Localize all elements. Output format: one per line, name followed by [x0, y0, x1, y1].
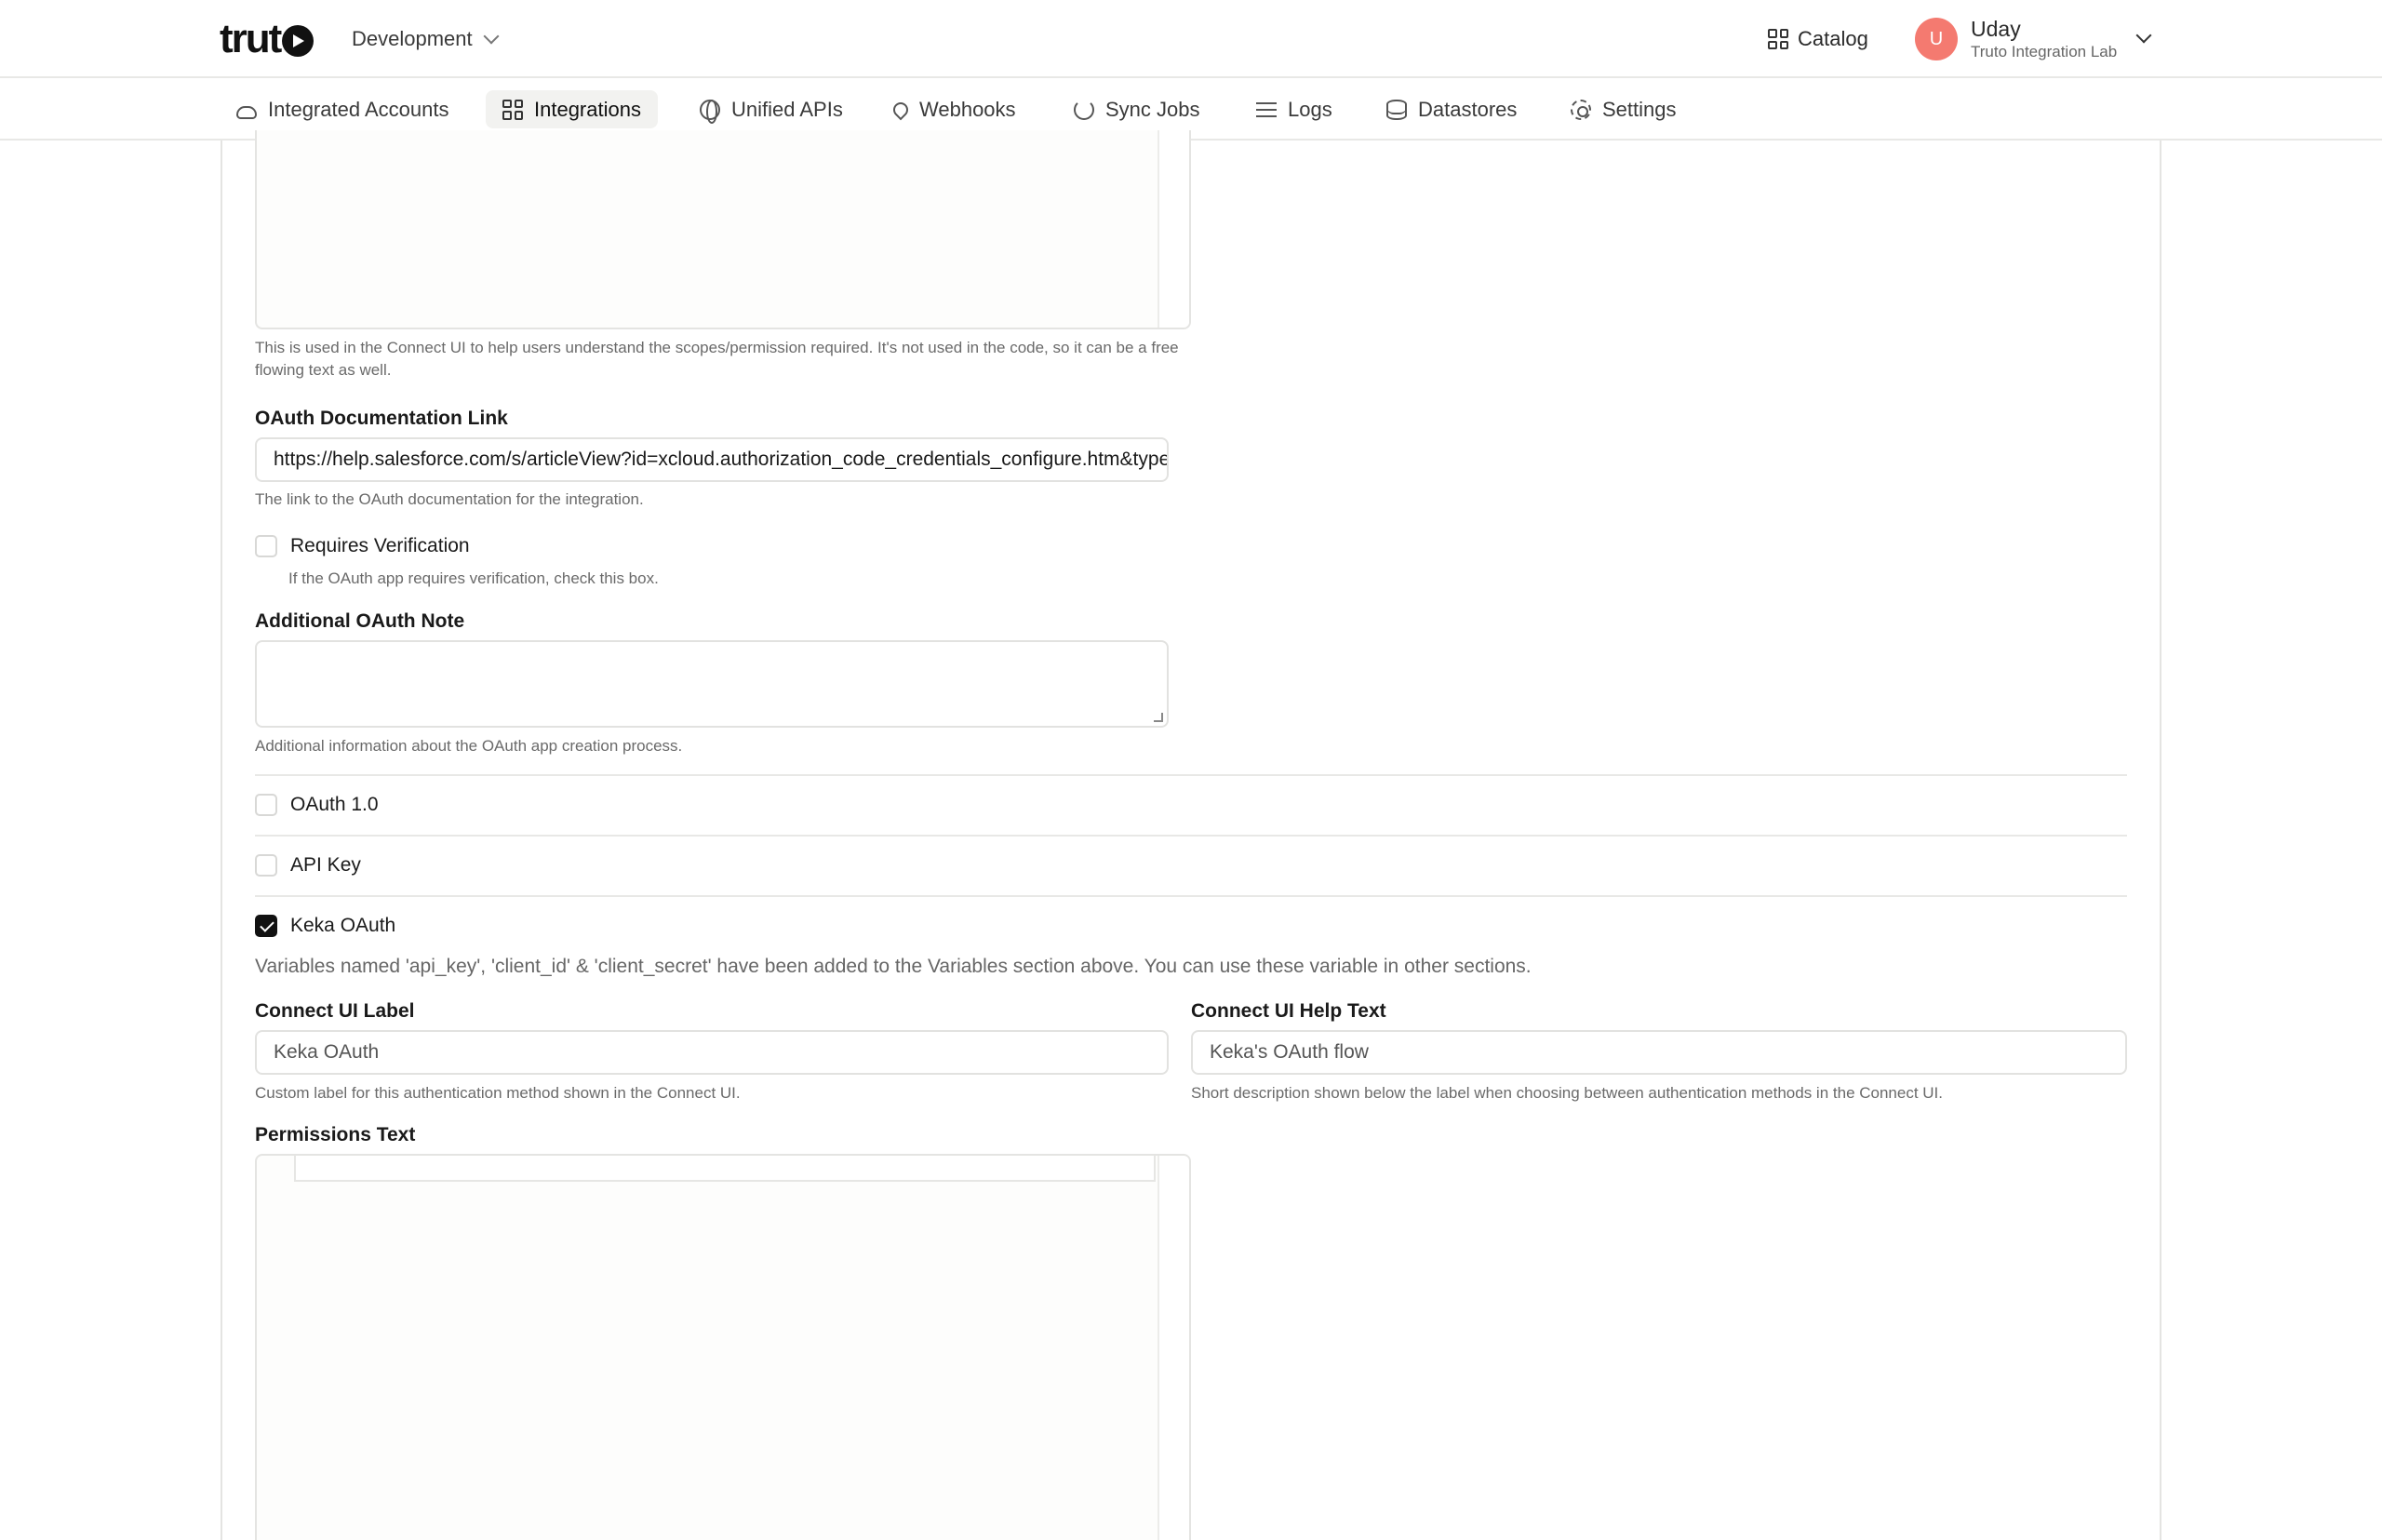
auth-method-label: API Key [290, 854, 361, 876]
gear-icon [1571, 99, 1591, 120]
environment-label: Development [352, 27, 473, 50]
requires-verification-checkbox[interactable]: Requires Verification [255, 535, 470, 557]
tab-label: Sync Jobs [1105, 97, 1200, 121]
tab-label: Settings [1602, 97, 1677, 121]
database-icon [1386, 99, 1407, 120]
logo-mark-icon [282, 25, 314, 57]
chevron-down-icon [483, 28, 500, 45]
scopes-help-text: This is used in the Connect UI to help u… [255, 339, 1179, 379]
tab-label: Webhooks [919, 97, 1016, 121]
permissions-text-editor[interactable] [255, 1154, 1191, 1540]
tab-settings[interactable]: Settings [1554, 90, 1693, 128]
oauth-doc-label: OAuth Documentation Link [255, 408, 508, 429]
user-name: Uday [1971, 17, 2021, 41]
cloud-icon [236, 105, 257, 119]
sync-icon [1074, 99, 1094, 120]
catalog-button[interactable]: Catalog [1768, 24, 1868, 54]
resize-handle-icon[interactable] [1154, 713, 1163, 722]
connect-ui-label-help: Custom label for this authentication met… [255, 1084, 741, 1102]
tab-sync-jobs[interactable]: Sync Jobs [1057, 90, 1217, 128]
tab-logs[interactable]: Logs [1239, 90, 1349, 128]
permissions-text-label: Permissions Text [255, 1124, 416, 1145]
oauth-doc-help: The link to the OAuth documentation for … [255, 490, 644, 508]
requires-verification-help: If the OAuth app requires verification, … [288, 569, 659, 587]
grid-icon [1768, 29, 1788, 49]
user-menu[interactable]: U Uday Truto Integration Lab [1915, 15, 2152, 63]
checkbox-checked[interactable] [255, 915, 277, 937]
tab-webhooks[interactable]: Webhooks [877, 90, 1033, 128]
tab-label: Unified APIs [731, 97, 843, 121]
tab-integrated-accounts[interactable]: Integrated Accounts [220, 90, 465, 128]
connect-ui-label-input[interactable]: Keka OAuth [255, 1030, 1169, 1075]
auth-method-label: Keka OAuth [290, 915, 396, 936]
keka-variables-note: Variables named 'api_key', 'client_id' &… [255, 956, 1532, 977]
oauth-doc-input[interactable]: https://help.salesforce.com/s/articleVie… [255, 437, 1169, 482]
auth-method-api-key[interactable]: API Key [255, 854, 361, 877]
chevron-down-icon [2135, 27, 2152, 44]
editor-line-highlight [294, 1156, 1156, 1182]
additional-note-help: Additional information about the OAuth a… [255, 737, 683, 755]
divider [255, 774, 2127, 776]
list-icon [1256, 100, 1277, 120]
top-bar: trutotrut Development Catalog U Uday Tru… [0, 0, 2382, 78]
tab-integrations[interactable]: Integrations [486, 90, 658, 128]
environment-selector[interactable]: Development [352, 24, 500, 54]
tab-label: Integrations [534, 97, 641, 121]
additional-note-label: Additional OAuth Note [255, 610, 465, 632]
webhook-icon [890, 99, 912, 120]
connect-ui-help-help: Short description shown below the label … [1191, 1084, 1944, 1102]
tab-unified-apis[interactable]: Unified APIs [683, 90, 860, 128]
connect-ui-label-label: Connect UI Label [255, 1000, 415, 1022]
user-org: Truto Integration Lab [1971, 43, 2118, 60]
additional-note-textarea[interactable] [255, 640, 1169, 728]
globe-icon [700, 99, 720, 124]
editor-scrollbar[interactable] [1158, 130, 1189, 328]
requires-verification-label: Requires Verification [290, 535, 470, 556]
tab-label: Integrated Accounts [268, 97, 449, 121]
scopes-text-editor[interactable] [255, 130, 1191, 329]
tab-label: Datastores [1418, 97, 1518, 121]
avatar: U [1915, 18, 1958, 60]
auth-method-label: OAuth 1.0 [290, 794, 379, 815]
divider [255, 895, 2127, 897]
connect-ui-help-label: Connect UI Help Text [1191, 1000, 1386, 1022]
connect-ui-help-input[interactable]: Keka's OAuth flow [1191, 1030, 2127, 1075]
divider [255, 835, 2127, 837]
editor-scrollbar[interactable] [1158, 1156, 1189, 1540]
tab-datastores[interactable]: Datastores [1370, 90, 1533, 128]
auth-method-keka-oauth[interactable]: Keka OAuth [255, 915, 395, 937]
checkbox[interactable] [255, 854, 277, 877]
checkbox[interactable] [255, 794, 277, 816]
catalog-label: Catalog [1798, 27, 1868, 50]
checkbox[interactable] [255, 535, 277, 557]
auth-method-oauth1[interactable]: OAuth 1.0 [255, 794, 379, 816]
tab-label: Logs [1288, 97, 1332, 121]
grid-icon [502, 99, 523, 120]
truto-logo[interactable]: trutotrut [220, 16, 314, 61]
